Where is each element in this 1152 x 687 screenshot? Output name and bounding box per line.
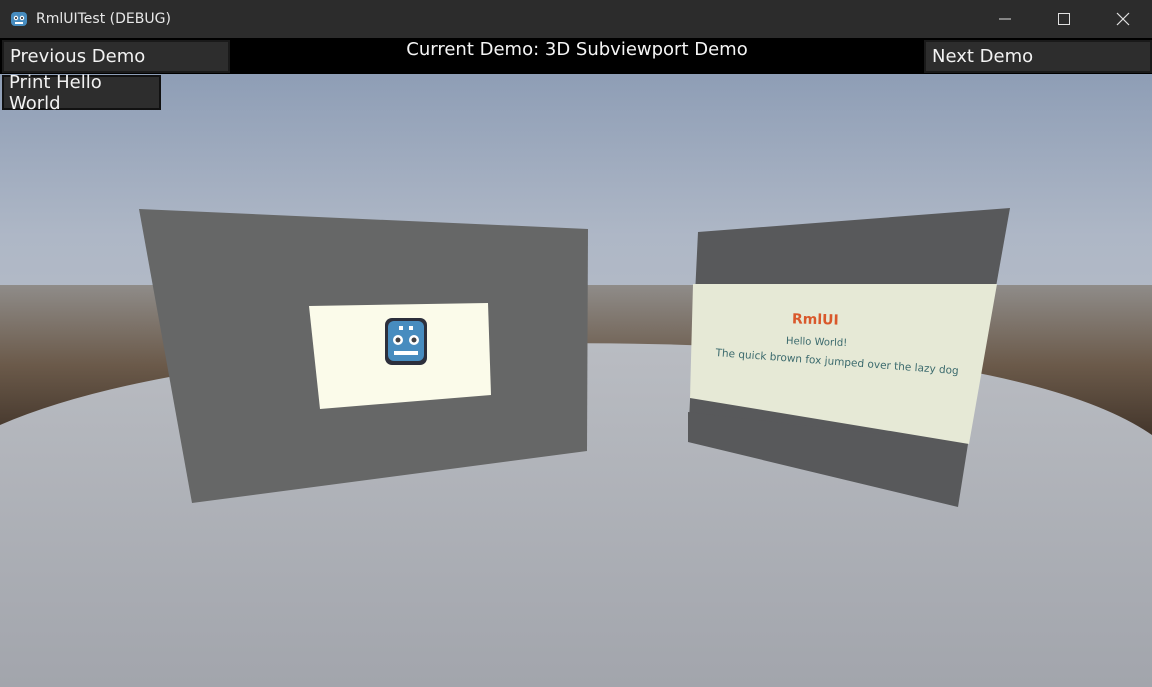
close-icon (1116, 12, 1130, 26)
hello-world-text: Hello World! (785, 335, 848, 350)
current-demo-label: Current Demo: 3D Subviewport Demo (406, 39, 748, 60)
maximize-button[interactable] (1035, 0, 1093, 38)
print-hello-world-button[interactable]: Print Hello World (2, 72, 161, 114)
godot-icon (11, 12, 27, 26)
previous-demo-button[interactable]: Previous Demo (2, 40, 230, 73)
viewport-3d (0, 38, 1152, 687)
next-demo-button[interactable]: Next Demo (924, 40, 1152, 73)
title-bar: RmlUITest (DEBUG) (0, 0, 1152, 38)
godot-icon (385, 318, 427, 365)
maximize-icon (1058, 13, 1070, 25)
minimize-icon (999, 18, 1011, 20)
scene-render (0, 38, 1152, 687)
window-title: RmlUITest (DEBUG) (36, 11, 171, 27)
rmlui-heading: RmlUI (791, 311, 839, 329)
minimize-button[interactable] (976, 0, 1034, 38)
close-button[interactable] (1094, 0, 1152, 38)
